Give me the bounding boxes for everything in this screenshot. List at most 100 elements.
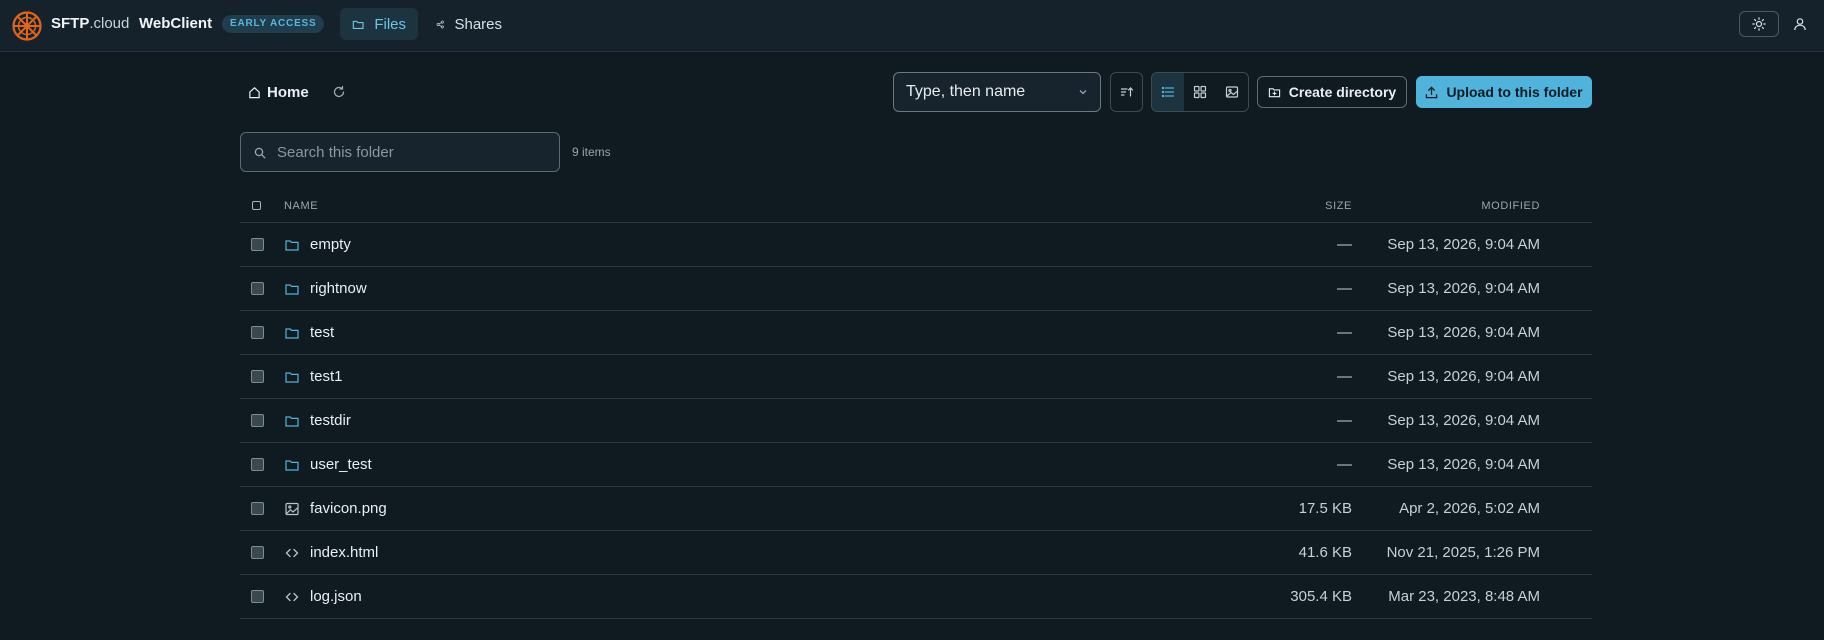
- code-file-icon: [285, 546, 299, 560]
- sftp-logo-icon: [12, 11, 42, 41]
- upload-label: Upload to this folder: [1446, 84, 1583, 100]
- nav-tab-shares[interactable]: Shares: [424, 8, 514, 40]
- folder-icon: [285, 414, 299, 428]
- file-name[interactable]: empty: [310, 236, 351, 253]
- code-file-icon: [285, 590, 299, 604]
- row-checkbox[interactable]: [251, 546, 264, 559]
- folder-icon: [285, 370, 299, 384]
- table-row[interactable]: rightnow — Sep 13, 2026, 9:04 AM: [240, 267, 1592, 311]
- breadcrumb-home[interactable]: Home: [248, 82, 309, 102]
- search-icon: [254, 147, 266, 159]
- user-icon: [1794, 18, 1806, 31]
- create-directory-label: Create directory: [1288, 84, 1397, 100]
- column-header-modified[interactable]: MODIFIED: [1481, 200, 1540, 212]
- file-size: —: [1337, 324, 1352, 341]
- column-header-size[interactable]: SIZE: [1325, 200, 1352, 212]
- early-access-badge: EARLY ACCESS: [222, 15, 325, 33]
- row-checkbox[interactable]: [251, 238, 264, 251]
- file-size: 17.5 KB: [1298, 500, 1352, 517]
- app-name: WebClient: [139, 15, 213, 32]
- file-size: —: [1337, 236, 1352, 253]
- table-row[interactable]: test1 — Sep 13, 2026, 9:04 AM: [240, 355, 1592, 399]
- file-modified: Sep 13, 2026, 9:04 AM: [1387, 280, 1540, 297]
- table-row[interactable]: test — Sep 13, 2026, 9:04 AM: [240, 311, 1592, 355]
- folder-icon: [285, 326, 299, 340]
- top-bar: SFTP.cloud WebClient EARLY ACCESS Files …: [0, 0, 1824, 52]
- item-count: 9 items: [572, 145, 611, 159]
- list-icon: [1161, 86, 1175, 98]
- file-size: —: [1337, 280, 1352, 297]
- row-checkbox[interactable]: [251, 590, 264, 603]
- chevron-down-icon: [1079, 90, 1087, 95]
- image-icon: [1225, 86, 1239, 98]
- file-table: NAME SIZE MODIFIED empty — Sep 13, 2026, 9…: [240, 194, 1592, 619]
- upload-button[interactable]: Upload to this folder: [1416, 76, 1592, 108]
- file-modified: Mar 23, 2023, 8:48 AM: [1388, 588, 1540, 605]
- nav-tab-files[interactable]: Files: [340, 8, 418, 40]
- file-modified: Sep 13, 2026, 9:04 AM: [1387, 236, 1540, 253]
- file-size: 41.6 KB: [1298, 544, 1352, 561]
- table-row[interactable]: favicon.png 17.5 KB Apr 2, 2026, 5:02 AM: [240, 487, 1592, 531]
- table-row[interactable]: testdir — Sep 13, 2026, 9:04 AM: [240, 399, 1592, 443]
- table-row[interactable]: user_test — Sep 13, 2026, 9:04 AM: [240, 443, 1592, 487]
- refresh-icon[interactable]: [331, 84, 347, 100]
- search-box: [240, 132, 560, 172]
- create-directory-button[interactable]: Create directory: [1257, 76, 1407, 108]
- row-checkbox[interactable]: [251, 282, 264, 295]
- file-name[interactable]: log.json: [310, 588, 362, 605]
- image-file-icon: [285, 502, 299, 516]
- sort-direction-button[interactable]: [1110, 72, 1143, 112]
- row-checkbox[interactable]: [251, 326, 264, 339]
- table-row[interactable]: index.html 41.6 KB Nov 21, 2025, 1:26 PM: [240, 531, 1592, 575]
- table-header: NAME SIZE MODIFIED: [240, 194, 1592, 223]
- file-name[interactable]: user_test: [310, 456, 372, 473]
- nav-tab-files-label: Files: [374, 15, 406, 33]
- file-modified: Apr 2, 2026, 5:02 AM: [1399, 500, 1540, 517]
- sort-select[interactable]: Type, then name: [893, 72, 1101, 112]
- file-size: —: [1337, 412, 1352, 429]
- row-checkbox[interactable]: [251, 414, 264, 427]
- file-size: —: [1337, 456, 1352, 473]
- list-view-button[interactable]: [1152, 73, 1184, 111]
- file-modified: Sep 13, 2026, 9:04 AM: [1387, 368, 1540, 385]
- file-modified: Sep 13, 2026, 9:04 AM: [1387, 456, 1540, 473]
- file-name[interactable]: testdir: [310, 412, 351, 429]
- file-name[interactable]: test1: [310, 368, 343, 385]
- gallery-view-button[interactable]: [1216, 73, 1248, 111]
- file-size: 305.4 KB: [1290, 588, 1352, 605]
- row-checkbox[interactable]: [251, 370, 264, 383]
- share-icon: [436, 20, 444, 28]
- file-modified: Sep 13, 2026, 9:04 AM: [1387, 412, 1540, 429]
- folder-icon: [352, 20, 364, 29]
- folder-icon: [285, 458, 299, 472]
- column-header-name[interactable]: NAME: [284, 200, 318, 212]
- table-body: empty — Sep 13, 2026, 9:04 AM rightnow — Sep …: [240, 223, 1592, 619]
- folder-icon: [285, 282, 299, 296]
- theme-toggle-button[interactable]: [1739, 11, 1779, 37]
- file-size: —: [1337, 368, 1352, 385]
- file-name[interactable]: rightnow: [310, 280, 367, 297]
- home-icon: [249, 86, 260, 98]
- sun-icon: [1752, 17, 1766, 31]
- row-checkbox[interactable]: [251, 502, 264, 515]
- user-menu-button[interactable]: [1790, 14, 1810, 34]
- sort-ascending-icon: [1120, 87, 1133, 97]
- view-mode-group: [1151, 72, 1249, 112]
- brand-name: SFTP.cloud: [51, 15, 130, 32]
- file-modified: Nov 21, 2025, 1:26 PM: [1386, 544, 1540, 561]
- file-name[interactable]: favicon.png: [310, 500, 387, 517]
- folder-plus-icon: [1268, 87, 1280, 97]
- grid-icon: [1193, 85, 1207, 99]
- upload-icon: [1426, 85, 1438, 98]
- file-modified: Sep 13, 2026, 9:04 AM: [1387, 324, 1540, 341]
- file-name[interactable]: index.html: [310, 544, 378, 561]
- search-input[interactable]: [277, 140, 547, 164]
- grid-view-button[interactable]: [1184, 73, 1216, 111]
- row-checkbox[interactable]: [251, 458, 264, 471]
- select-all-checkbox[interactable]: [252, 201, 261, 210]
- table-row[interactable]: empty — Sep 13, 2026, 9:04 AM: [240, 223, 1592, 267]
- folder-icon: [285, 238, 299, 252]
- file-name[interactable]: test: [310, 324, 334, 341]
- table-row[interactable]: log.json 305.4 KB Mar 23, 2023, 8:48 AM: [240, 575, 1592, 619]
- nav-tab-shares-label: Shares: [454, 15, 502, 33]
